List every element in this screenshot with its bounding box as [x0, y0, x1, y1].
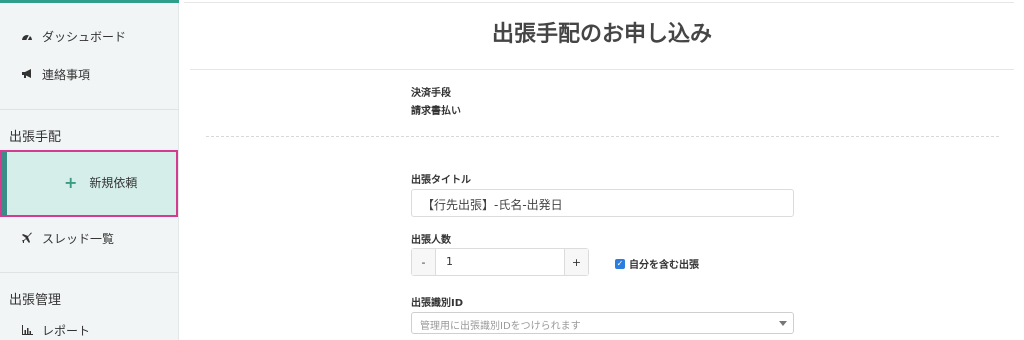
include-self-label: 自分を含む出張 — [629, 260, 699, 271]
trip-count-label: 出張人数 — [411, 235, 451, 246]
plus-icon: + — [64, 172, 78, 192]
trip-id-select[interactable]: 管理用に出張識別IDをつけられます — [411, 312, 794, 334]
sidebar-section-title: 出張管理 — [9, 293, 62, 308]
sidebar-divider — [0, 272, 179, 273]
airplane-icon — [20, 231, 34, 245]
sidebar-section-title: 出張手配 — [9, 130, 62, 145]
dashboard-icon — [20, 29, 34, 43]
sidebar-item-label: 連絡事項 — [42, 67, 91, 82]
megaphone-icon — [20, 67, 34, 81]
trip-count-stepper: - 1 + — [411, 248, 589, 276]
checkmark-icon: ✓ — [615, 258, 625, 269]
trip-title-label: 出張タイトル — [411, 175, 471, 186]
sidebar-item-label: 新規依頼 — [89, 176, 138, 190]
trip-id-label: 出張識別ID — [411, 298, 464, 309]
title-divider — [190, 69, 1014, 70]
sidebar-item-new-request[interactable]: + 新規依頼 — [0, 150, 178, 217]
sidebar-item-dashboard[interactable]: ダッシュボード — [20, 27, 126, 45]
top-rule — [184, 2, 1014, 3]
chevron-down-icon — [779, 321, 787, 326]
sidebar-accent-line — [0, 0, 179, 3]
sidebar-item-label: スレッド一覧 — [42, 231, 115, 246]
active-indicator — [2, 152, 7, 215]
sidebar-divider — [0, 109, 179, 110]
sidebar-item-notices[interactable]: 連絡事項 — [20, 65, 90, 83]
sidebar-item-label: レポート — [42, 323, 91, 338]
page-title: 出張手配のお申し込み — [491, 22, 712, 47]
decrement-button[interactable]: - — [412, 249, 436, 275]
sidebar-item-label: ダッシュボード — [42, 29, 127, 44]
payment-method-value: 請求書払い — [411, 106, 461, 117]
trip-title-input[interactable]: 【行先出張】-氏名-出発日 — [411, 189, 794, 217]
sidebar-item-threads[interactable]: スレッド一覧 — [20, 229, 114, 247]
trip-count-input[interactable]: 1 — [436, 249, 564, 275]
section-divider — [206, 136, 999, 137]
bar-chart-icon — [20, 323, 34, 337]
increment-button[interactable]: + — [564, 249, 588, 275]
payment-method-label: 決済手段 — [411, 88, 451, 99]
sidebar-item-report[interactable]: レポート — [20, 321, 90, 339]
include-self-checkbox[interactable]: ✓ 自分を含む出張 — [615, 256, 699, 271]
trip-id-placeholder: 管理用に出張識別IDをつけられます — [420, 321, 581, 332]
sidebar: ダッシュボード 連絡事項 出張手配 + 新規依頼 スレッド一覧 出張管理 レポー… — [0, 0, 179, 340]
